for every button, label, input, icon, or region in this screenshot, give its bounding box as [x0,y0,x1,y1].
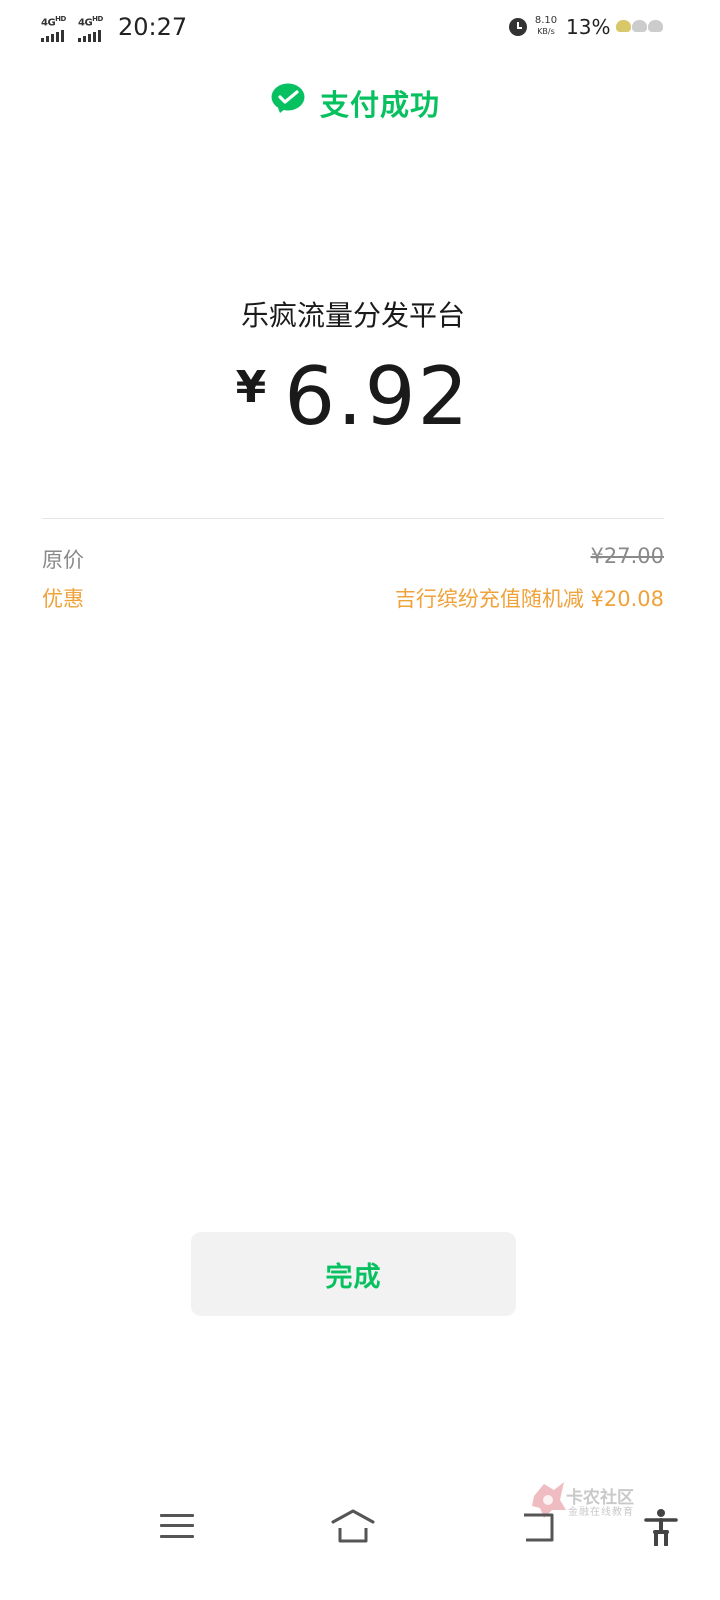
page-title: 支付成功 [320,88,441,122]
sim1-network-label: 4G [41,17,56,29]
wechat-pay-icon [271,83,305,113]
done-button-label: 完成 [325,1261,382,1293]
battery-level: 13% [566,15,611,39]
sim2-network-label: 4G [78,17,93,29]
merchant-name: 乐疯流量分发平台 [240,299,465,332]
network-speed: 8.10 KB/s [533,15,559,37]
back-icon[interactable] [520,1512,556,1542]
network-speed-unit: KB/s [537,27,555,36]
original-price-value: ¥27.00 [590,544,664,568]
original-price-label: 原价 [42,548,84,572]
currency-symbol: ¥ [235,362,267,413]
sim1-hd-label: HD [55,15,66,23]
status-bar: 4GHD 4GHD 20:27 8.10 KB/s 13% [0,0,720,56]
divider [42,518,664,519]
accessibility-icon[interactable] [644,1508,678,1546]
notification-icons [616,20,663,32]
done-button[interactable]: 完成 [191,1232,516,1316]
discount-label: 优惠 [42,587,84,611]
status-time: 20:27 [118,13,188,41]
network-speed-value: 8.10 [534,15,558,26]
sim2-hd-label: HD [92,15,103,23]
payment-amount: ¥ 6.92 [0,352,706,442]
alarm-icon [509,18,527,36]
amount-value: 6.92 [284,350,471,443]
discount-value: 吉行缤纷充值随机减 ¥20.08 [394,587,664,611]
sim2-signal-icon: 4GHD [78,14,103,43]
home-icon[interactable] [330,1508,376,1544]
watermark-subtitle: 金融在线教育 [568,1507,634,1518]
sim1-signal-icon: 4GHD [41,14,66,43]
menu-icon[interactable] [160,1512,194,1540]
